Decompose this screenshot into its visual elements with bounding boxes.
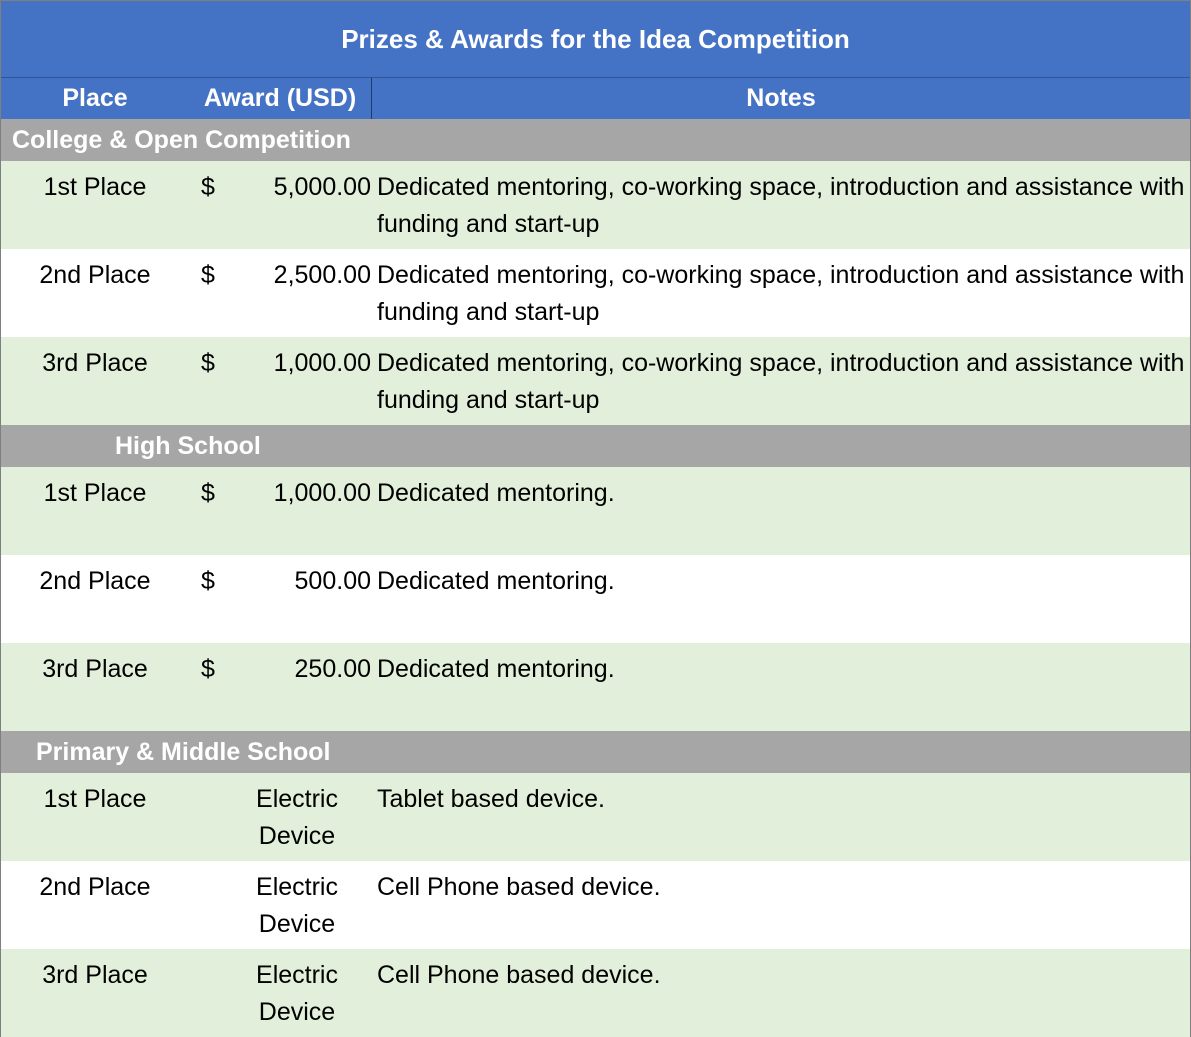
cell-notes: Dedicated mentoring, co-working space, i… (377, 173, 1185, 238)
cell-notes: Dedicated mentoring. (377, 655, 615, 683)
cell-place: 2nd Place (39, 261, 151, 289)
table-row: 1st Place $5,000.00 Dedicated mentoring,… (1, 161, 1190, 249)
cell-notes: Cell Phone based device. (377, 873, 661, 901)
table-row: 1st Place Electric Device Tablet based d… (1, 773, 1190, 861)
table-row: 3rd Place $1,000.00 Dedicated mentoring,… (1, 337, 1190, 425)
cell-award: Electric Device (189, 949, 371, 1037)
header-award: Award (USD) (189, 78, 372, 119)
cell-place: 2nd Place (39, 567, 151, 595)
cell-award: $250.00 (189, 643, 371, 731)
cell-notes: Dedicated mentoring, co-working space, i… (377, 261, 1185, 326)
award-amount: 500.00 (294, 567, 371, 595)
cell-notes: Dedicated mentoring, co-working space, i… (377, 349, 1185, 414)
section-header-high-school: High School (1, 425, 1190, 467)
table-row: 3rd Place $250.00 Dedicated mentoring. (1, 643, 1190, 731)
cell-award: Electric Device (189, 773, 371, 861)
cell-notes: Tablet based device. (377, 785, 605, 813)
award-amount: 1,000.00 (273, 349, 371, 377)
cell-notes: Cell Phone based device. (377, 961, 661, 989)
cell-place: 1st Place (43, 173, 147, 201)
currency-symbol: $ (201, 479, 215, 507)
section-header-college: College & Open Competition (1, 119, 1190, 161)
table-row: 2nd Place Electric Device Cell Phone bas… (1, 861, 1190, 949)
cell-award: $5,000.00 (189, 161, 371, 249)
cell-place: 3rd Place (42, 655, 148, 683)
award-device: Electric Device (256, 873, 338, 938)
cell-notes: Dedicated mentoring. (377, 567, 615, 595)
header-notes: Notes (746, 84, 816, 112)
table-row: 2nd Place $500.00 Dedicated mentoring. (1, 555, 1190, 643)
currency-symbol: $ (201, 567, 215, 595)
cell-award: $2,500.00 (189, 249, 371, 337)
currency-symbol: $ (201, 349, 215, 377)
column-header-row: Place Award (USD) Notes (1, 78, 1190, 119)
award-device: Electric Device (256, 961, 338, 1026)
cell-award: $1,000.00 (189, 467, 371, 555)
currency-symbol: $ (201, 655, 215, 683)
currency-symbol: $ (201, 173, 215, 201)
cell-place: 1st Place (43, 785, 147, 813)
award-amount: 250.00 (294, 655, 371, 683)
table-row: 2nd Place $2,500.00 Dedicated mentoring,… (1, 249, 1190, 337)
award-amount: 1,000.00 (273, 479, 371, 507)
cell-place: 3rd Place (42, 961, 148, 989)
award-amount: 2,500.00 (273, 261, 371, 289)
cell-place: 2nd Place (39, 873, 151, 901)
section-header-primary-middle: Primary & Middle School (1, 731, 1190, 773)
cell-award: $1,000.00 (189, 337, 371, 425)
cell-notes: Dedicated mentoring. (377, 479, 615, 507)
cell-award: Electric Device (189, 861, 371, 949)
cell-place: 1st Place (43, 479, 147, 507)
award-amount: 5,000.00 (273, 173, 371, 201)
prizes-table: Prizes & Awards for the Idea Competition… (0, 0, 1191, 1037)
currency-symbol: $ (201, 261, 215, 289)
table-row: 3rd Place Electric Device Cell Phone bas… (1, 949, 1190, 1037)
award-device: Electric Device (256, 785, 338, 850)
cell-award: $500.00 (189, 555, 371, 643)
table-row: 1st Place $1,000.00 Dedicated mentoring. (1, 467, 1190, 555)
header-place: Place (62, 84, 128, 112)
cell-place: 3rd Place (42, 349, 148, 377)
table-title: Prizes & Awards for the Idea Competition (1, 1, 1190, 78)
